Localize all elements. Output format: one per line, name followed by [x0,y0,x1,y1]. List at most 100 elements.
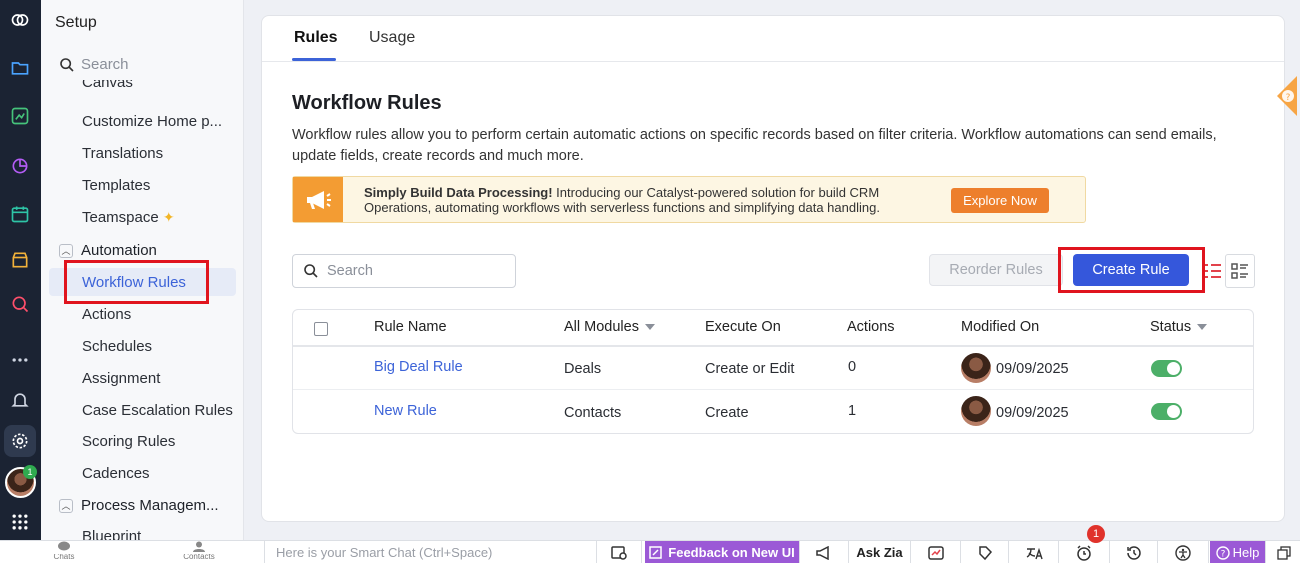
page-description: Workflow rules allow you to perform cert… [292,127,1217,164]
rule-actions-count[interactable]: 0 [848,359,856,375]
activity-chart-icon[interactable] [911,541,961,563]
sidebar-item-teamspace[interactable]: Teamspace ✦ [82,209,175,226]
tab-bar: Rules Usage [262,16,1284,62]
help-label: Help [1232,545,1260,560]
search-icon [304,264,318,278]
sidebar-search-placeholder: Search [81,56,129,73]
reminder-badge: 1 [1087,525,1105,543]
header-rule-name[interactable]: Rule Name [374,319,447,335]
rules-search-placeholder: Search [327,263,373,279]
reports-pie-icon[interactable] [8,154,32,178]
store-icon[interactable] [8,248,32,272]
header-status-label: Status [1150,319,1192,335]
status-toggle[interactable] [1151,360,1182,377]
rule-execute-on: Create [705,405,749,421]
crm-logo-icon[interactable] [8,8,32,32]
gear-icon[interactable] [8,429,32,453]
sparkle-icon: ✦ [162,209,175,225]
sidebar-title: Setup [55,14,97,31]
status-toggle[interactable] [1151,403,1182,420]
help-button[interactable]: ? Help [1210,541,1266,563]
table-row[interactable]: Big Deal Rule Deals Create or Edit 0 09/… [293,347,1253,390]
sidebar-item-cadences[interactable]: Cadences [82,465,150,482]
announcement-icon[interactable] [800,541,849,563]
sidebar-item-case-escalation[interactable]: Case Escalation Rules [82,402,233,419]
contacts-button[interactable]: Contacts [174,541,224,560]
smart-chat-input[interactable]: Here is your Smart Chat (Ctrl+Space) [264,541,597,563]
select-all-checkbox[interactable] [314,322,328,336]
ask-zia-button[interactable]: Ask Zia [849,541,911,563]
rules-table: Rule Name All Modules Execute On Actions… [292,309,1254,434]
sidebar-item-actions[interactable]: Actions [82,306,131,323]
tab-rules[interactable]: Rules [294,29,338,47]
sidebar-item-scoring-rules[interactable]: Scoring Rules [82,433,175,450]
table-row[interactable]: New Rule Contacts Create 1 09/09/2025 [293,390,1253,433]
list-view-icon[interactable] [1200,256,1226,286]
calendar-icon[interactable] [8,202,32,226]
banner-bold-text: Simply Build Data Processing! [364,185,553,200]
main-card: Rules Usage Workflow Rules Workflow rule… [261,15,1285,522]
sidebar-search[interactable]: Search [59,56,129,73]
rule-name-link[interactable]: Big Deal Rule [374,359,463,375]
dropdown-caret-icon [1197,324,1208,330]
translate-icon[interactable] [1009,541,1059,563]
create-rule-button[interactable]: Create Rule [1073,254,1189,286]
chats-button[interactable]: Chats [39,541,89,560]
copy-icon[interactable] [1268,541,1300,563]
feedback-button[interactable]: Feedback on New UI [645,541,800,563]
tab-usage[interactable]: Usage [369,29,415,47]
header-execute-on: Execute On [705,319,781,335]
active-tab-underline [292,58,336,61]
page-title: Workflow Rules [292,92,442,114]
app-rail: 1 [0,0,41,540]
screen-share-icon[interactable] [597,541,642,563]
bell-icon[interactable] [8,388,32,412]
accessibility-icon[interactable] [1158,541,1209,563]
sidebar-item-schedules[interactable]: Schedules [82,338,152,355]
search-icon [60,57,74,72]
modifier-avatar [961,353,991,383]
chat-bubble-icon [58,541,70,551]
sidebar-item-canvas[interactable]: Canvas [82,80,133,94]
header-all-modules-label: All Modules [564,319,639,335]
feedback-label: Feedback on New UI [668,545,795,560]
explore-now-button[interactable]: Explore Now [951,188,1049,213]
folder-icon[interactable] [8,56,32,80]
svg-text:?: ? [1286,93,1291,103]
sidebar-group-process[interactable]: ︿ Process Managem... [59,497,219,514]
rule-module: Contacts [564,405,622,421]
tag-icon[interactable] [961,541,1009,563]
help-tab-icon[interactable]: ? [1261,76,1297,116]
megaphone-icon [293,177,343,222]
kanban-view-icon[interactable] [1225,254,1255,288]
sidebar-group-automation[interactable]: ︿ Automation [59,242,157,259]
header-all-modules[interactable]: All Modules [564,319,655,335]
setup-sidebar: Setup Search Canvas Customize Home p... … [41,0,244,540]
person-icon [193,541,205,552]
alarm-clock-icon[interactable] [1059,541,1110,563]
search-insights-icon[interactable] [8,292,32,316]
more-icon[interactable] [8,348,32,372]
sidebar-item-assignment[interactable]: Assignment [82,370,160,387]
header-actions: Actions [847,319,895,335]
collapse-caret-icon: ︿ [59,498,73,513]
rule-name-link[interactable]: New Rule [374,403,437,419]
history-icon[interactable] [1110,541,1158,563]
question-icon: ? [1215,545,1230,560]
sidebar-item-templates[interactable]: Templates [82,177,150,194]
sidebar-item-translations[interactable]: Translations [82,145,163,162]
contacts-label: Contacts [183,554,215,560]
rules-search-input[interactable]: Search [292,254,516,288]
analytics-icon[interactable] [8,104,32,128]
apps-grid-icon[interactable] [8,510,32,534]
bottom-bar: Chats Contacts Here is your Smart Chat (… [0,540,1300,563]
rule-modified-on: 09/09/2025 [996,405,1069,421]
sidebar-item-blueprint[interactable]: Blueprint [82,528,141,540]
header-status[interactable]: Status [1150,319,1208,335]
sidebar-item-customize-home[interactable]: Customize Home p... [82,113,222,130]
promo-banner: Simply Build Data Processing! Introducin… [292,176,1086,223]
header-modified-on[interactable]: Modified On [961,319,1039,335]
dropdown-caret-icon [644,324,655,330]
rule-actions-count[interactable]: 1 [848,403,856,419]
reorder-rules-button[interactable]: Reorder Rules [929,254,1063,286]
